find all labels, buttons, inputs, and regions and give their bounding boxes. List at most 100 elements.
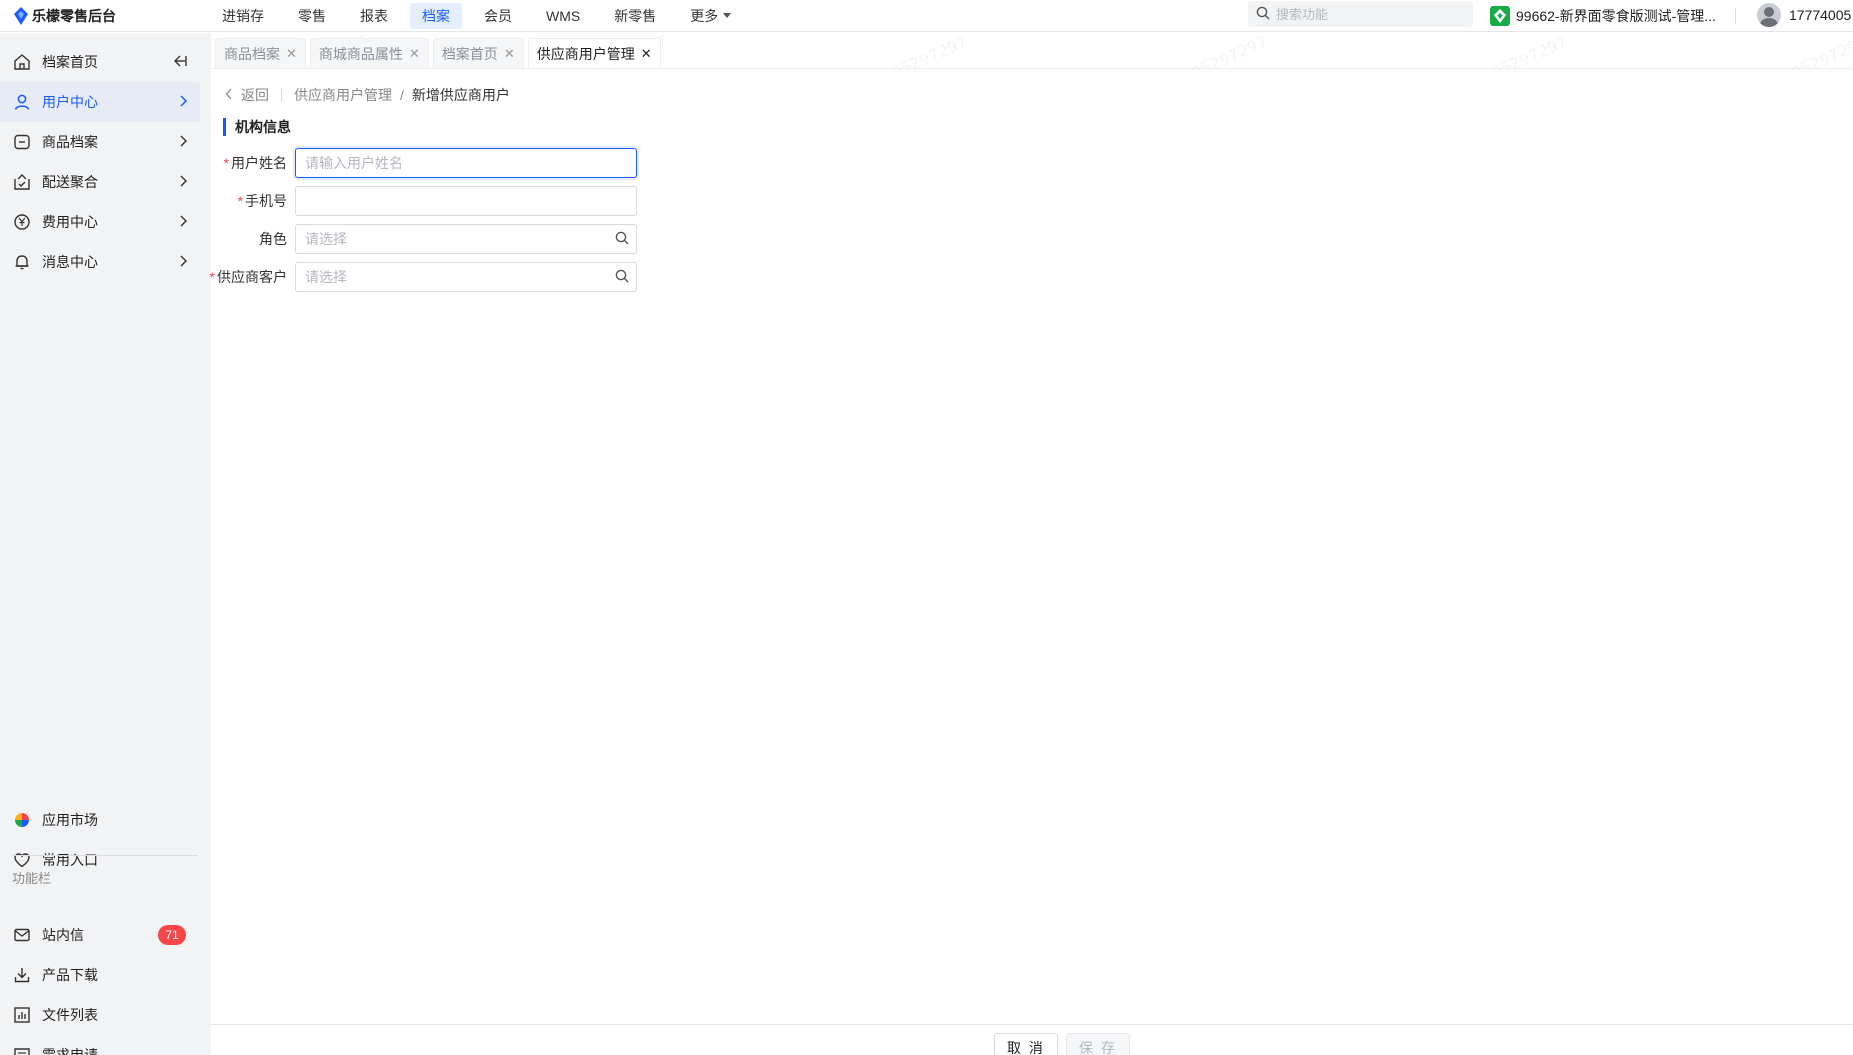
- form-footer: 取 消 保 存: [211, 1024, 1853, 1055]
- nav-item-wms[interactable]: WMS: [534, 3, 592, 29]
- sidebar-item-user-center[interactable]: 用户中心: [0, 82, 200, 122]
- phone-label: * 手机号: [0, 191, 295, 211]
- required-mark: *: [209, 269, 215, 285]
- app-title: 乐檬零售后台: [32, 7, 116, 24]
- sidebar-item-label: 站内信: [42, 927, 84, 943]
- close-icon[interactable]: ✕: [409, 46, 420, 62]
- caret-down-icon: [723, 13, 732, 18]
- nav-label: 进销存: [222, 7, 264, 24]
- label-text: 用户姓名: [231, 155, 287, 171]
- nav-item-members[interactable]: 会员: [472, 3, 524, 29]
- home-icon: [12, 52, 32, 72]
- top-nav: 进销存 零售 报表 档案 会员 WMS 新零售 更多: [210, 0, 753, 32]
- main-content: 返回 供应商用户管理 / 新增供应商用户 机构信息 *用户姓名 *手机号 角色 …: [210, 70, 1853, 1055]
- label-text: 角色: [259, 231, 287, 247]
- user-name: 17774005: [1789, 7, 1852, 23]
- breadcrumb-current: 新增供应商用户: [411, 87, 510, 103]
- form-row-phone: * 手机号: [211, 186, 911, 216]
- role-label: 角色: [0, 229, 295, 249]
- close-icon[interactable]: ✕: [504, 46, 515, 62]
- nav-label: 会员: [484, 7, 512, 24]
- close-icon[interactable]: ✕: [641, 46, 652, 62]
- sidebar-item-product-download[interactable]: 产品下载: [0, 955, 200, 995]
- nav-item-more[interactable]: 更多: [678, 3, 743, 29]
- phone-field: [295, 186, 637, 216]
- tab-label: 档案首页: [441, 45, 498, 62]
- supplier-customer-label: * 供应商客户: [0, 267, 295, 287]
- nav-item-retail[interactable]: 零售: [286, 3, 338, 29]
- goods-icon: [12, 132, 32, 152]
- username-field: [295, 148, 637, 178]
- close-icon[interactable]: ✕: [286, 46, 297, 62]
- sidebar-item-archive-home[interactable]: 档案首页: [0, 42, 200, 82]
- sidebar-item-label: 配送聚合: [42, 174, 98, 190]
- function-bar-label: 功能栏: [12, 871, 52, 886]
- chevron-right-icon: [178, 134, 188, 151]
- sidebar-item-label: 需求申请: [42, 1047, 98, 1055]
- search-icon: [1256, 6, 1270, 23]
- nav-label: 报表: [360, 7, 388, 24]
- sidebar-item-label: 商品档案: [42, 134, 98, 150]
- form-row-supplier-customer: * 供应商客户: [210, 262, 911, 292]
- store-selector[interactable]: 99662-新界面零食版测试-管理...: [1490, 3, 1716, 29]
- divider: [1735, 8, 1736, 24]
- nav-item-new-retail[interactable]: 新零售: [602, 3, 668, 29]
- store-icon: [1490, 6, 1510, 26]
- supplier-customer-field: [295, 262, 637, 292]
- tab-supplier-user-mgmt[interactable]: 供应商用户管理 ✕: [527, 38, 661, 68]
- nav-label: 新零售: [614, 7, 657, 24]
- sidebar-item-label: 应用市场: [42, 812, 98, 828]
- back-button[interactable]: 返回: [225, 85, 269, 105]
- nav-item-inventory[interactable]: 进销存: [210, 3, 276, 29]
- sidebar-item-label: 常用入口: [42, 852, 98, 868]
- cancel-button[interactable]: 取 消: [994, 1033, 1058, 1055]
- role-select[interactable]: [295, 224, 637, 254]
- sidebar-item-request[interactable]: 需求申请: [0, 1035, 200, 1055]
- app-market-icon: [12, 810, 32, 830]
- sidebar-item-app-market[interactable]: 应用市场: [0, 800, 200, 840]
- heart-icon: [12, 850, 32, 870]
- avatar: [1757, 3, 1781, 27]
- nav-item-reports[interactable]: 报表: [348, 3, 400, 29]
- chevron-right-icon: [178, 94, 188, 111]
- role-field: [295, 224, 637, 254]
- sidebar-item-inbox[interactable]: 站内信 71: [0, 915, 200, 955]
- unread-badge: 71: [158, 925, 186, 945]
- supplier-customer-select[interactable]: [295, 262, 637, 292]
- nav-label: 档案: [422, 7, 450, 24]
- chart-file-icon: [12, 1005, 32, 1025]
- tab-mall-goods-attr[interactable]: 商城商品属性 ✕: [309, 38, 429, 68]
- nav-item-archives[interactable]: 档案: [410, 2, 462, 29]
- app-logo[interactable]: 乐檬零售后台: [0, 0, 210, 32]
- required-mark: *: [223, 155, 229, 171]
- phone-input[interactable]: [295, 186, 637, 216]
- function-search: [1248, 1, 1473, 27]
- tab-label: 商城商品属性: [318, 45, 403, 62]
- breadcrumb-separator: /: [400, 87, 404, 103]
- save-button[interactable]: 保 存: [1066, 1033, 1130, 1055]
- chevron-left-icon: [225, 87, 233, 103]
- download-icon: [12, 965, 32, 985]
- collapse-sidebar-icon[interactable]: [172, 53, 188, 72]
- function-search-input[interactable]: [1276, 6, 1456, 22]
- user-icon: [12, 92, 32, 112]
- nav-label: 更多: [690, 7, 719, 24]
- search-icon[interactable]: [615, 269, 629, 286]
- username-input[interactable]: [295, 148, 637, 178]
- sidebar-item-label: 文件列表: [42, 1007, 98, 1023]
- section-title: 机构信息: [223, 118, 291, 136]
- sidebar-item-label: 档案首页: [42, 54, 98, 70]
- tab-archive-home[interactable]: 档案首页 ✕: [432, 38, 524, 68]
- tab-goods-archive[interactable]: 商品档案 ✕: [215, 38, 306, 68]
- message-icon: [12, 1045, 32, 1055]
- nav-label: 零售: [298, 7, 326, 24]
- label-text: 手机号: [245, 193, 287, 209]
- sidebar-item-file-list[interactable]: 文件列表: [0, 995, 200, 1035]
- nav-label: WMS: [546, 7, 581, 24]
- logo-icon: [14, 6, 28, 25]
- breadcrumb-parent[interactable]: 供应商用户管理: [294, 85, 392, 105]
- search-icon[interactable]: [615, 231, 629, 248]
- user-menu[interactable]: 17774005: [1757, 2, 1851, 28]
- store-name: 99662-新界面零食版测试-管理...: [1516, 8, 1716, 24]
- form-row-role: 角色: [211, 224, 911, 254]
